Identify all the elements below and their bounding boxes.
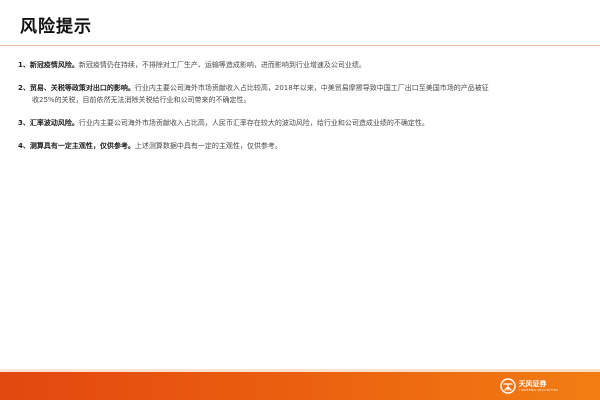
risk-heading: 1、新冠疫情风险。 (18, 61, 79, 69)
risk-item-exchange-rate: 3、汇率波动风险。行业内主要公司海外市场贡献收入占比高，人民币汇率存在较大的波动… (18, 117, 578, 129)
risk-description: 行业内主要公司海外市场贡献收入占比较高，2018年以来，中美贸易摩擦导致中国工厂… (134, 84, 489, 92)
risk-item-trade-tariff: 2、贸易、关税等政策对出口的影响。行业内主要公司海外市场贡献收入占比较高，201… (18, 82, 578, 106)
logo-subtitle: TIANFENG SECURITIES (518, 387, 558, 392)
risk-description-continued: 收25%的关税，目前依然无法消除关税给行业和公司带来的不确定性。 (32, 96, 251, 104)
risk-item-estimation: 4、测算具有一定主观性，仅供参考。上述测算数据中具有一定的主观性，仅供参考。 (18, 140, 578, 152)
company-logo: 天风证券 TIANFENG SECURITIES (499, 378, 558, 394)
risk-heading: 3、汇率波动风险。 (18, 119, 79, 127)
risk-item-covid: 1、新冠疫情风险。新冠疫情仍在持续，不排除对工厂生产、运输等造成影响，进而影响到… (18, 59, 578, 71)
risk-description: 上述测算数据中具有一定的主观性，仅供参考。 (134, 142, 282, 150)
page-title: 风险提示 (20, 17, 92, 37)
tianfeng-logo-icon (499, 378, 516, 394)
logo-name: 天风证券 (518, 379, 547, 388)
risk-description: 新冠疫情仍在持续，不排除对工厂生产、运输等造成影响，进而影响到行业增速及公司业绩… (78, 61, 366, 69)
risk-list: 1、新冠疫情风险。新冠疫情仍在持续，不排除对工厂生产、运输等造成影响，进而影响到… (18, 59, 578, 163)
title-divider (0, 45, 600, 46)
risk-heading: 4、测算具有一定主观性，仅供参考。 (18, 142, 135, 150)
risk-heading: 2、贸易、关税等政策对出口的影响。 (18, 84, 135, 92)
footer-band: 天风证券 TIANFENG SECURITIES (0, 372, 600, 400)
risk-description: 行业内主要公司海外市场贡献收入占比高，人民币汇率存在较大的波动风险，给行业和公司… (78, 119, 429, 127)
